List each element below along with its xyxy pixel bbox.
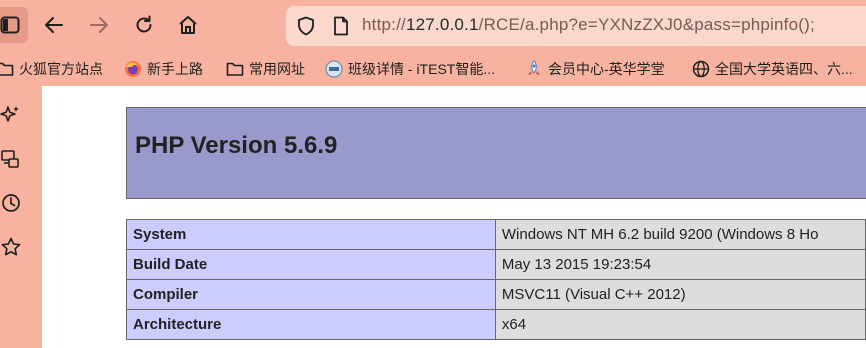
- arrow-left-icon: [45, 17, 63, 33]
- row-value: MSVC11 (Visual C++ 2012): [494, 279, 866, 310]
- reload-button[interactable]: [126, 7, 162, 43]
- page-info-icon[interactable]: [332, 16, 350, 41]
- bookmark-item[interactable]: 会员中心-英华学堂: [525, 59, 665, 79]
- row-key: Build Date: [126, 249, 496, 280]
- php-version-header: PHP Version 5.6.9: [126, 107, 866, 199]
- globe-icon: [692, 60, 710, 78]
- url-scheme: http://: [362, 15, 406, 34]
- sidebar-panel: [0, 86, 42, 348]
- bookmark-label: 常用网址: [249, 61, 305, 77]
- sidebar-icon: [0, 16, 20, 34]
- browser-window: http://127.0.0.1/RCE/a.php?e=YXNzZXJ0&pa…: [0, 0, 866, 348]
- table-row: System Windows NT MH 6.2 build 9200 (Win…: [126, 219, 866, 250]
- row-key: Architecture: [126, 309, 496, 340]
- rocket-icon: [525, 60, 543, 78]
- table-row: Architecture x64: [126, 309, 866, 340]
- row-key: Compiler: [126, 279, 496, 310]
- url-host: 127.0.0.1: [405, 15, 479, 34]
- bookmarks-bar: 火狐官方站点 新手上路 常用网址 班级详情 - iTEST智能... 会员中心-…: [0, 52, 866, 86]
- page-content: PHP Version 5.6.9 System Windows NT MH 6…: [42, 86, 866, 348]
- tracking-protection-shield-icon[interactable]: [296, 16, 316, 41]
- bookmark-label: 全国大学英语四、六...: [715, 61, 853, 77]
- back-button[interactable]: [36, 7, 72, 43]
- row-value: May 13 2015 19:23:54: [494, 249, 866, 280]
- home-button[interactable]: [170, 7, 206, 43]
- page-title: PHP Version 5.6.9: [135, 132, 338, 159]
- arrow-right-icon: [90, 17, 108, 33]
- bookmark-label: 新手上路: [147, 61, 203, 77]
- row-key: System: [126, 219, 496, 250]
- reload-icon: [136, 15, 152, 33]
- folder-icon: [0, 60, 14, 78]
- forward-button[interactable]: [81, 7, 117, 43]
- url-path: /RCE/a.php?e=YXNzZXJ0&pass=phpinfo();: [478, 15, 815, 34]
- bookmark-item[interactable]: 火狐官方站点: [0, 59, 103, 79]
- bookmarks-star-icon[interactable]: [0, 236, 22, 258]
- bookmark-label: 会员中心-英华学堂: [548, 61, 665, 77]
- table-row: Compiler MSVC11 (Visual C++ 2012): [126, 279, 866, 310]
- url-bar[interactable]: http://127.0.0.1/RCE/a.php?e=YXNzZXJ0&pa…: [286, 6, 866, 46]
- sidebar-toggle-button[interactable]: [0, 7, 28, 43]
- bookmark-label: 火狐官方站点: [19, 61, 103, 77]
- home-icon: [179, 16, 197, 34]
- row-value: Windows NT MH 6.2 build 9200 (Windows 8 …: [494, 219, 866, 250]
- firefox-icon: [124, 60, 142, 78]
- table-row: Build Date May 13 2015 19:23:54: [126, 249, 866, 280]
- url-text[interactable]: http://127.0.0.1/RCE/a.php?e=YXNzZXJ0&pa…: [362, 15, 815, 35]
- folder-icon: [226, 60, 244, 78]
- bookmark-label: 班级详情 - iTEST智能...: [348, 61, 495, 77]
- bookmark-item[interactable]: 常用网址: [226, 59, 305, 79]
- php-info-table: System Windows NT MH 6.2 build 9200 (Win…: [126, 219, 866, 340]
- history-clock-icon[interactable]: [0, 192, 22, 214]
- navigation-toolbar: http://127.0.0.1/RCE/a.php?e=YXNzZXJ0&pa…: [0, 0, 866, 52]
- bookmark-item[interactable]: 新手上路: [124, 59, 203, 79]
- ai-chatbot-sparkle-icon[interactable]: [0, 104, 22, 126]
- row-value: x64: [494, 309, 866, 340]
- bookmark-item[interactable]: 全国大学英语四、六...: [692, 59, 853, 79]
- synced-tabs-icon[interactable]: [0, 148, 22, 170]
- bookmark-item[interactable]: 班级详情 - iTEST智能...: [325, 59, 495, 79]
- itest-icon: [325, 60, 343, 78]
